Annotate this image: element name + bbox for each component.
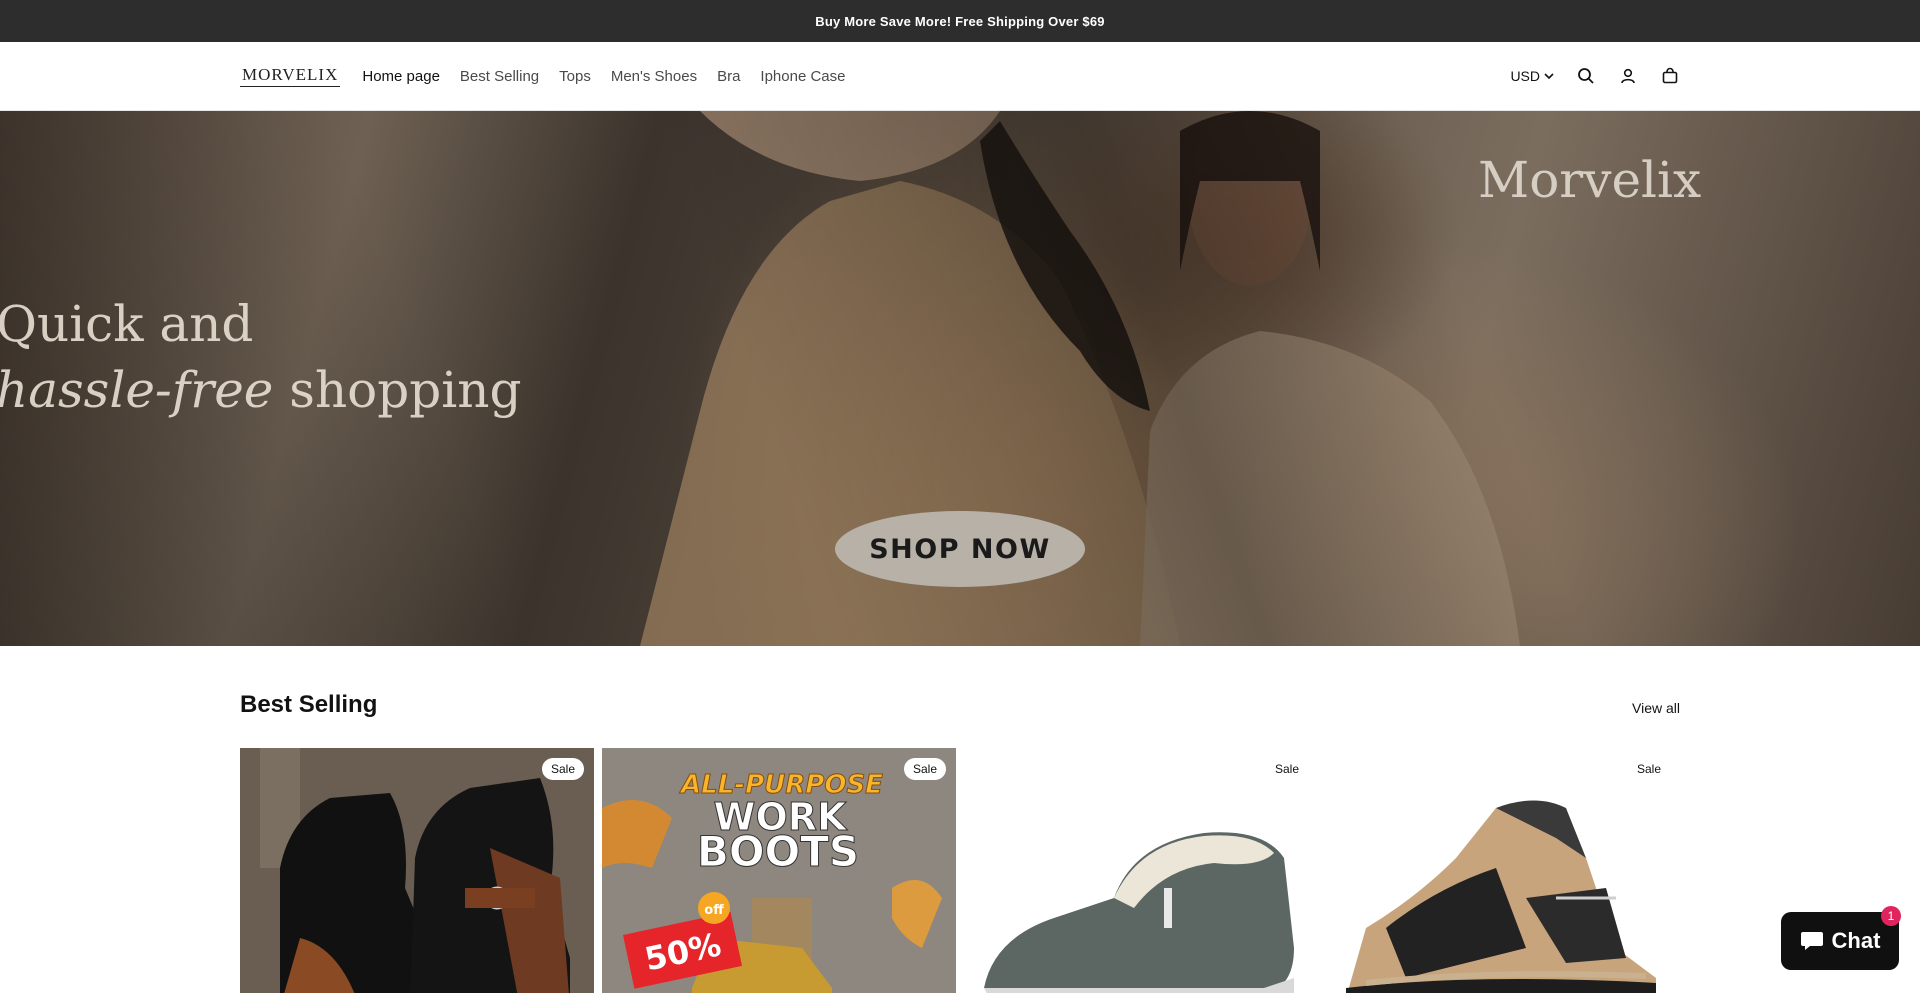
product-image-hiking-boot	[1326, 748, 1680, 993]
product-image-fleece-shoe	[964, 748, 1318, 993]
product-card[interactable]: ALL-PURPOSE WORK BOOTS 50% off Sale	[602, 748, 956, 993]
hero-headline-line1: Quick and	[0, 295, 254, 353]
nav-item-bra[interactable]: Bra	[717, 68, 740, 85]
hero-brand-wordmark: Morvelix	[1478, 151, 1702, 209]
chevron-down-icon	[1544, 73, 1554, 80]
announcement-text: Buy More Save More! Free Shipping Over $…	[815, 13, 1105, 29]
nav-item-home-page[interactable]: Home page	[362, 68, 440, 85]
view-all-link[interactable]: View all	[1632, 700, 1680, 716]
promo-off: off	[704, 903, 724, 918]
account-icon[interactable]	[1618, 66, 1638, 86]
section-title: Best Selling	[240, 691, 378, 718]
store-logo[interactable]: MORVELIX	[240, 65, 341, 87]
site-header: MORVELIX Home page Best Selling Tops Men…	[0, 42, 1920, 111]
currency-selector[interactable]: USD	[1510, 68, 1554, 84]
search-icon[interactable]	[1576, 66, 1596, 86]
chat-bubble-icon	[1800, 932, 1823, 950]
shop-now-button[interactable]: SHOP NOW	[835, 511, 1085, 587]
product-grid: Sale ALL-PURPOSE WORK BOOTS 50% off Sale…	[240, 748, 1680, 993]
chat-notification-badge: 1	[1881, 906, 1901, 926]
sale-badge: Sale	[1627, 758, 1670, 780]
product-card[interactable]: Sale	[964, 748, 1318, 993]
nav-item-mens-shoes[interactable]: Men's Shoes	[611, 68, 697, 85]
sale-badge: Sale	[541, 758, 584, 780]
hero-headline-rest: shopping	[273, 361, 522, 419]
best-selling-section: Best Selling View all Sale ALL-PURPOSE W…	[240, 646, 1680, 993]
product-image-work-boots: ALL-PURPOSE WORK BOOTS 50% off	[602, 748, 956, 993]
chat-label: Chat	[1831, 928, 1881, 953]
product-image-boots	[240, 748, 594, 993]
currency-label: USD	[1510, 68, 1540, 84]
hero-headline-line2: hassle-free shopping	[0, 357, 521, 423]
promo-line3: BOOTS	[697, 827, 859, 876]
nav-item-iphone-case[interactable]: Iphone Case	[760, 68, 845, 85]
cart-icon[interactable]	[1660, 66, 1680, 86]
main-nav: Home page Best Selling Tops Men's Shoes …	[362, 68, 845, 85]
nav-item-tops[interactable]: Tops	[559, 68, 591, 85]
nav-item-best-selling[interactable]: Best Selling	[460, 68, 539, 85]
sale-badge: Sale	[1265, 758, 1308, 780]
product-card[interactable]: Sale	[1326, 748, 1680, 993]
product-card[interactable]: Sale	[240, 748, 594, 993]
hero-headline: Quick and hassle-free shopping	[0, 291, 521, 423]
header-actions: USD	[1510, 66, 1680, 86]
sale-badge: Sale	[903, 758, 946, 780]
hero-banner: Quick and hassle-free shopping Morvelix …	[0, 111, 1920, 646]
announcement-bar: Buy More Save More! Free Shipping Over $…	[0, 0, 1920, 42]
hero-headline-italic: hassle-free	[0, 361, 274, 419]
